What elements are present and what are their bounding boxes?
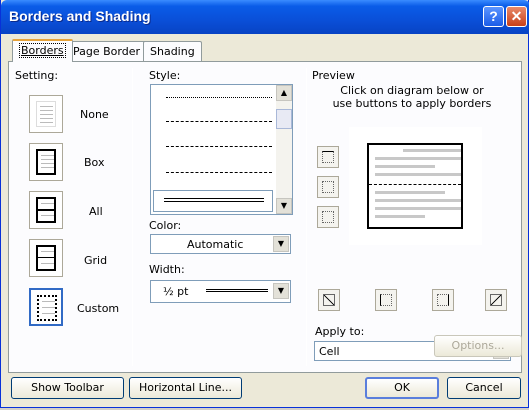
- preview-text-line: [375, 165, 435, 168]
- setting-option-box[interactable]: Box: [84, 156, 104, 169]
- width-line-sample: [206, 289, 268, 292]
- apply-to-value: Cell: [319, 345, 340, 358]
- top-border-icon: [322, 151, 334, 163]
- preview-text-line: [375, 207, 461, 210]
- setting-option-none[interactable]: None: [80, 108, 109, 121]
- close-button[interactable]: ✕: [506, 6, 527, 27]
- column-divider: [306, 68, 307, 366]
- style-option-dashed[interactable]: [166, 121, 272, 122]
- left-border-button[interactable]: [375, 289, 397, 311]
- preview-text-line: [375, 157, 461, 160]
- diagonal-up-icon: [323, 294, 335, 306]
- apply-to-label: Apply to:: [315, 325, 365, 338]
- dialog-body: Borders Page Border Shading Setting: Non…: [4, 34, 526, 406]
- style-label: Style:: [149, 69, 181, 82]
- page-outline: [36, 197, 56, 223]
- preview-instructions: Click on diagram below or use buttons to…: [332, 84, 492, 110]
- ok-button[interactable]: OK: [365, 377, 439, 399]
- preview-inside-line: [369, 184, 461, 185]
- setting-option-grid[interactable]: Grid: [84, 254, 107, 267]
- options-button[interactable]: Options...: [434, 335, 522, 357]
- grid-setting-icon[interactable]: [29, 239, 63, 277]
- column-divider: [132, 68, 133, 366]
- tab-page-border[interactable]: Page Border: [66, 41, 148, 61]
- tab-borders-label: Borders: [19, 43, 66, 58]
- bottom-border-icon: [322, 211, 334, 223]
- show-toolbar-button[interactable]: Show Toolbar: [11, 377, 124, 399]
- scroll-up-button[interactable]: ▲: [276, 85, 292, 101]
- preview-text-line: [375, 173, 461, 176]
- preview-text-line: [403, 149, 461, 152]
- inside-horizontal-border-icon: [322, 181, 334, 193]
- diagonal-up-border-button[interactable]: [485, 289, 507, 311]
- preview-label: Preview: [312, 69, 355, 82]
- width-label: Width:: [149, 263, 185, 276]
- page-outline: [37, 295, 57, 321]
- custom-setting-icon[interactable]: [29, 288, 63, 326]
- style-listbox[interactable]: ▲ ▼: [150, 84, 293, 215]
- chevron-down-icon[interactable]: ▼: [273, 236, 289, 252]
- preview-text-line: [375, 215, 425, 218]
- chevron-down-icon[interactable]: ▼: [273, 283, 289, 299]
- setting-option-custom[interactable]: Custom: [77, 302, 119, 315]
- left-border-icon: [380, 294, 392, 306]
- tab-shading[interactable]: Shading: [143, 41, 202, 61]
- setting-option-all[interactable]: All: [89, 205, 103, 218]
- right-border-icon: [437, 294, 449, 306]
- tab-shading-label: Shading: [150, 45, 195, 58]
- preview-text-line: [375, 191, 445, 194]
- diagonal-down-icon: [490, 294, 502, 306]
- dialog-title: Borders and Shading: [9, 8, 151, 24]
- diagonal-down-border-button[interactable]: [318, 289, 340, 311]
- style-option-dash-dot-dot[interactable]: [166, 172, 272, 173]
- tab-page-border-label: Page Border: [73, 45, 141, 58]
- bottom-border-button[interactable]: [317, 206, 339, 228]
- horizontal-line-button[interactable]: Horizontal Line...: [129, 377, 242, 399]
- right-border-button[interactable]: [432, 289, 454, 311]
- style-option-double-selected[interactable]: [153, 190, 273, 212]
- borders-and-shading-dialog: Borders and Shading ? ✕ Borders Page Bor…: [0, 0, 529, 408]
- help-button[interactable]: ?: [483, 6, 504, 27]
- style-option-dotted[interactable]: [166, 97, 272, 98]
- all-setting-icon[interactable]: [29, 191, 63, 229]
- tab-borders[interactable]: Borders: [12, 39, 73, 62]
- preview-diagram[interactable]: [349, 127, 482, 245]
- none-setting-icon[interactable]: [29, 95, 63, 133]
- cancel-button[interactable]: Cancel: [447, 377, 521, 399]
- page-outline: [36, 101, 56, 127]
- scroll-down-button[interactable]: ▼: [276, 198, 292, 214]
- borders-tab-panel: Setting: None Box All Grid Custom Style:…: [8, 61, 522, 373]
- double-line-sample: [164, 198, 264, 202]
- style-option-dash-dot[interactable]: [166, 146, 272, 147]
- inside-horizontal-border-button[interactable]: [317, 176, 339, 198]
- color-dropdown[interactable]: Automatic ▼: [150, 234, 291, 254]
- color-value: Automatic: [187, 238, 244, 251]
- setting-label: Setting:: [15, 69, 59, 82]
- preview-cell: [367, 143, 463, 229]
- style-scrollbar[interactable]: ▲ ▼: [276, 85, 292, 214]
- width-dropdown[interactable]: ½ pt ▼: [150, 280, 291, 303]
- scroll-thumb[interactable]: [276, 109, 292, 129]
- preview-text-line: [375, 199, 461, 202]
- title-bar[interactable]: Borders and Shading ? ✕: [1, 0, 529, 34]
- page-outline: [36, 245, 56, 271]
- box-setting-icon[interactable]: [29, 143, 63, 181]
- width-value: ½ pt: [163, 285, 189, 298]
- page-outline: [36, 149, 56, 175]
- color-label: Color:: [149, 219, 182, 232]
- top-border-button[interactable]: [317, 146, 339, 168]
